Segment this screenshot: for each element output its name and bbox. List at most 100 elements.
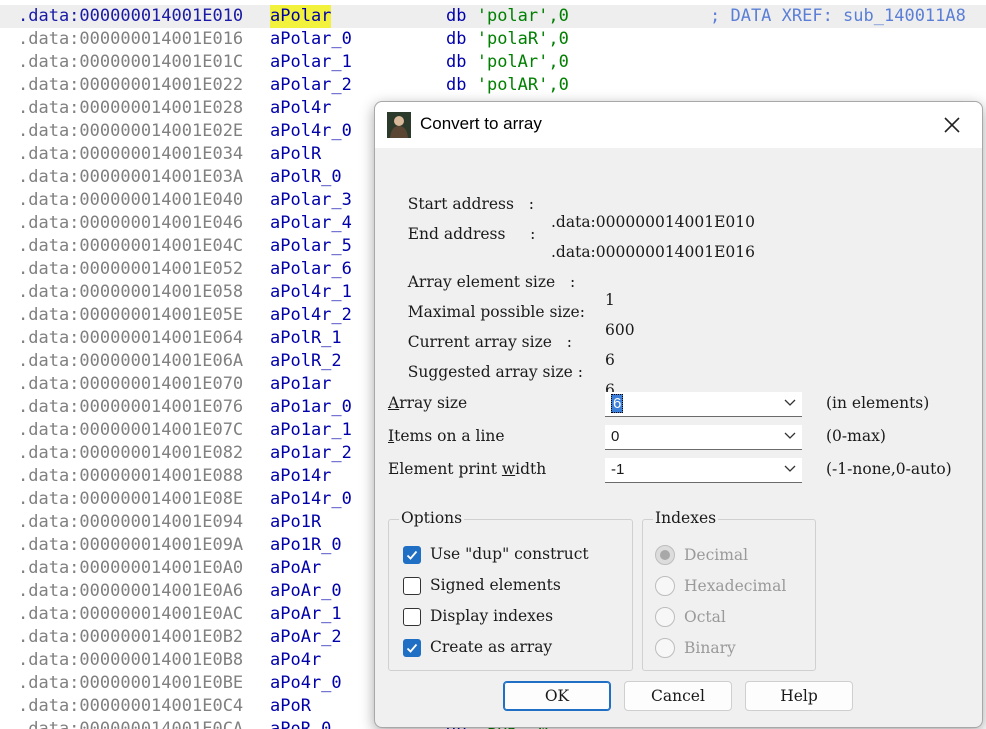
- row-address[interactable]: .data:000000014001E0B2: [18, 626, 243, 649]
- index-radio-label[interactable]: Decimal: [684, 546, 748, 564]
- row-address[interactable]: .data:000000014001E070: [18, 373, 243, 396]
- row-label[interactable]: aPolar_5: [270, 235, 352, 258]
- row-address[interactable]: .data:000000014001E088: [18, 465, 243, 488]
- row-label[interactable]: aPolR_2: [270, 350, 342, 373]
- radio-selected-icon[interactable]: [655, 545, 675, 565]
- print-width-value[interactable]: -1: [611, 461, 624, 478]
- chevron-down-icon[interactable]: [784, 432, 796, 440]
- row-label[interactable]: aPoAr_1: [270, 603, 342, 626]
- row-label[interactable]: aPoAr_0: [270, 580, 342, 603]
- listing-row[interactable]: .data:000000014001E010 aPolar db 'polar',0…: [0, 5, 986, 28]
- row-label[interactable]: aPo1ar_0: [270, 396, 352, 419]
- row-address[interactable]: .data:000000014001E0B8: [18, 649, 243, 672]
- row-label[interactable]: aPo14r: [270, 465, 331, 488]
- index-radio-label[interactable]: Binary: [684, 639, 736, 657]
- row-label[interactable]: aPol4r_2: [270, 304, 352, 327]
- row-label[interactable]: aPo1R: [270, 511, 321, 534]
- cancel-button[interactable]: Cancel: [624, 681, 732, 711]
- listing-row[interactable]: .data:000000014001E01C aPolar_1 db 'polAr'…: [0, 51, 986, 74]
- radio-icon[interactable]: [655, 607, 675, 627]
- row-address[interactable]: .data:000000014001E022: [18, 74, 243, 97]
- row-label[interactable]: aPo4r: [270, 649, 321, 672]
- row-label[interactable]: aPolar_0: [270, 28, 352, 51]
- radio-icon[interactable]: [655, 638, 675, 658]
- row-address[interactable]: .data:000000014001E0A0: [18, 557, 243, 580]
- row-address[interactable]: .data:000000014001E010: [18, 5, 243, 28]
- row-address[interactable]: .data:000000014001E034: [18, 143, 243, 166]
- row-address[interactable]: .data:000000014001E0CA: [18, 718, 243, 729]
- row-label[interactable]: aPolar: [270, 5, 332, 28]
- row-address[interactable]: .data:000000014001E082: [18, 442, 243, 465]
- row-address[interactable]: .data:000000014001E06A: [18, 350, 243, 373]
- row-address[interactable]: .data:000000014001E076: [18, 396, 243, 419]
- chevron-down-icon[interactable]: [784, 399, 796, 407]
- items-on-line-combo[interactable]: 0: [605, 425, 802, 450]
- row-label[interactable]: aPo1R_0: [270, 534, 342, 557]
- row-label[interactable]: aPol4r_1: [270, 281, 352, 304]
- listing-row[interactable]: .data:000000014001E016 aPolar_0 db 'polaR'…: [0, 28, 986, 51]
- row-address[interactable]: .data:000000014001E07C: [18, 419, 243, 442]
- radio-icon[interactable]: [655, 576, 675, 596]
- row-label[interactable]: aPo1ar: [270, 373, 331, 396]
- row-address[interactable]: .data:000000014001E0C4: [18, 695, 243, 718]
- option-label[interactable]: Create as array: [430, 638, 552, 656]
- row-address[interactable]: .data:000000014001E05E: [18, 304, 243, 327]
- row-instruction[interactable]: db 'polar',0: [446, 5, 569, 28]
- row-address[interactable]: .data:000000014001E064: [18, 327, 243, 350]
- row-label[interactable]: aPolR_1: [270, 327, 342, 350]
- row-address[interactable]: .data:000000014001E046: [18, 212, 243, 235]
- index-radio-label[interactable]: Octal: [684, 608, 726, 626]
- row-address[interactable]: .data:000000014001E040: [18, 189, 243, 212]
- index-radio-label[interactable]: Hexadecimal: [684, 577, 786, 595]
- chevron-down-icon[interactable]: [784, 465, 796, 473]
- row-label[interactable]: aPol4r: [270, 97, 331, 120]
- ok-button[interactable]: OK: [503, 681, 611, 711]
- row-address[interactable]: .data:000000014001E02E: [18, 120, 243, 143]
- row-label[interactable]: aPo1ar_1: [270, 419, 352, 442]
- row-address[interactable]: .data:000000014001E058: [18, 281, 243, 304]
- row-address[interactable]: .data:000000014001E08E: [18, 488, 243, 511]
- dialog-titlebar[interactable]: Convert to array: [375, 102, 982, 148]
- row-comment[interactable]: ; DATA XREF: sub_140011A8: [710, 5, 966, 28]
- help-button[interactable]: Help: [745, 681, 853, 711]
- row-address[interactable]: .data:000000014001E0BE: [18, 672, 243, 695]
- row-address[interactable]: .data:000000014001E016: [18, 28, 243, 51]
- row-label[interactable]: aPol4r_0: [270, 120, 352, 143]
- checkbox-unchecked-icon[interactable]: [403, 608, 421, 626]
- row-address[interactable]: .data:000000014001E0A6: [18, 580, 243, 603]
- checkbox-checked-icon[interactable]: [403, 639, 421, 657]
- row-label[interactable]: aPo1ar_2: [270, 442, 352, 465]
- listing-row[interactable]: .data:000000014001E022 aPolar_2 db 'polAR'…: [0, 74, 986, 97]
- checkbox-checked-icon[interactable]: [403, 546, 421, 564]
- row-label[interactable]: aPoAr_2: [270, 626, 342, 649]
- items-on-line-value[interactable]: 0: [611, 428, 619, 445]
- array-size-value[interactable]: 6: [611, 394, 624, 413]
- row-address[interactable]: .data:000000014001E03A: [18, 166, 243, 189]
- row-address[interactable]: .data:000000014001E052: [18, 258, 243, 281]
- row-address[interactable]: .data:000000014001E0AC: [18, 603, 243, 626]
- option-label[interactable]: Signed elements: [430, 576, 561, 594]
- row-label[interactable]: aPolar_4: [270, 212, 352, 235]
- row-label[interactable]: aPolar_6: [270, 258, 352, 281]
- row-address[interactable]: .data:000000014001E028: [18, 97, 243, 120]
- row-label[interactable]: aPo4r_0: [270, 672, 342, 695]
- print-width-combo[interactable]: -1: [605, 458, 802, 483]
- row-instruction[interactable]: db 'polaR',0: [446, 28, 569, 51]
- row-label[interactable]: aPoR_0: [270, 718, 331, 729]
- row-label[interactable]: aPolar_1: [270, 51, 352, 74]
- row-label[interactable]: aPolR_0: [270, 166, 342, 189]
- option-label[interactable]: Display indexes: [430, 607, 553, 625]
- row-address[interactable]: .data:000000014001E01C: [18, 51, 243, 74]
- array-size-combo[interactable]: 6: [605, 392, 802, 417]
- row-instruction[interactable]: db 'polAr',0: [446, 51, 569, 74]
- close-icon[interactable]: [935, 110, 969, 140]
- row-label[interactable]: aPo14r_0: [270, 488, 352, 511]
- row-label[interactable]: aPolR: [270, 143, 321, 166]
- row-instruction[interactable]: db 'polAR',0: [446, 74, 569, 97]
- row-label[interactable]: aPoR: [270, 695, 311, 718]
- checkbox-unchecked-icon[interactable]: [403, 577, 421, 595]
- row-label[interactable]: aPoAr: [270, 557, 321, 580]
- row-label[interactable]: aPolar_2: [270, 74, 352, 97]
- row-address[interactable]: .data:000000014001E094: [18, 511, 243, 534]
- option-label[interactable]: Use "dup" construct: [430, 545, 589, 563]
